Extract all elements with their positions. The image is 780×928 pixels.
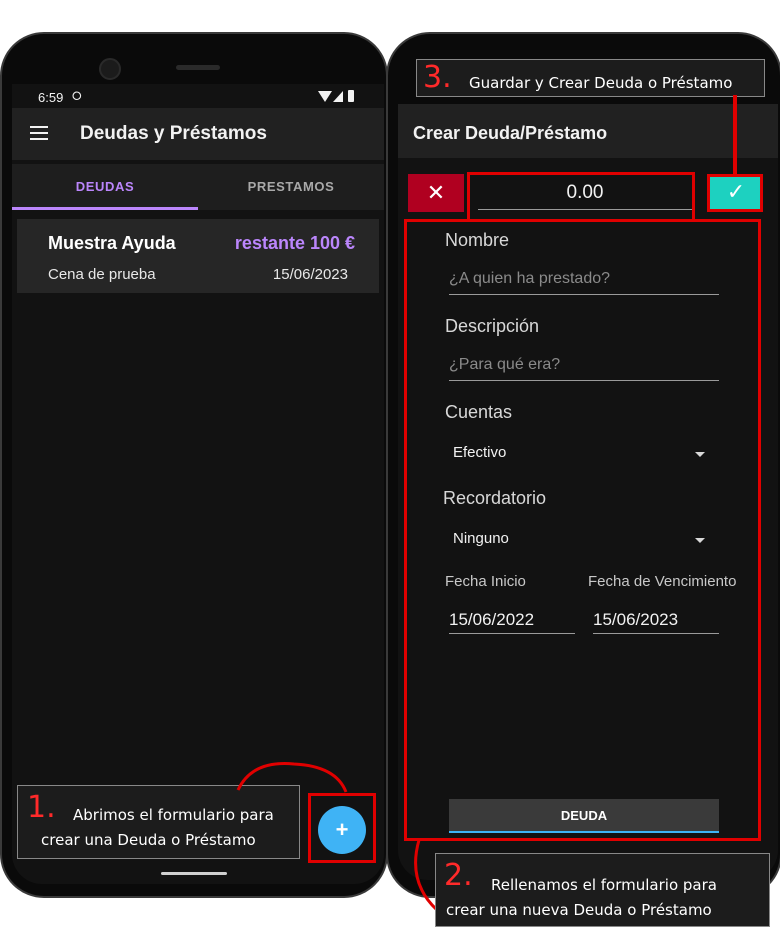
step3-text: Guardar y Crear Deuda o Préstamo [469,74,733,92]
form-title: Crear Deuda/Préstamo [413,123,608,143]
step3-note: 3. Guardar y Crear Deuda o Préstamo [416,59,765,97]
tab-prestamos[interactable]: PRESTAMOS [198,164,384,208]
notification-icon: ⭘ [72,89,82,103]
step1-line2: crear una Deuda o Préstamo [41,831,256,849]
debt-description: Cena de prueba [48,266,156,283]
step2-highlight-amount [467,172,695,222]
step2-note: 2. Rellenamos el formulario para crear u… [435,853,770,927]
close-icon: ✕ [426,180,446,205]
form-title-bar: Crear Deuda/Préstamo [398,104,778,158]
home-indicator [161,872,227,875]
step2-line2: crear una nueva Deuda o Préstamo [446,901,712,919]
debt-date: 15/06/2023 [272,266,348,283]
step1-line1: Abrimos el formulario para [73,806,274,824]
tab-indicator [12,207,198,210]
tab-deudas-label: DEUDAS [75,178,135,194]
debt-remaining: restante 100 € [234,233,355,253]
cancel-button[interactable]: ✕ [408,174,464,212]
wifi-icon [318,91,332,102]
step3-number: 3. [423,60,452,95]
camera-lens [99,58,121,80]
menu-icon[interactable] [30,126,48,140]
step3-highlight [707,174,763,212]
debt-card[interactable]: Muestra Ayuda restante 100 € Cena de pru… [17,219,379,293]
step1-arrow [236,762,348,793]
status-time: 6:59 [38,90,64,105]
step2-line1: Rellenamos el formulario para [491,876,717,894]
step3-connector [733,95,737,175]
tab-deudas[interactable]: DEUDAS [12,164,198,208]
signal-icon [333,91,343,102]
step1-highlight [308,793,376,863]
status-bar: 6:59 ⭘ [12,84,384,108]
step1-number: 1. [27,790,56,825]
battery-icon [348,90,354,102]
tab-prestamos-label: PRESTAMOS [247,178,335,194]
step2-highlight-form [404,219,761,841]
step2-number: 2. [444,858,473,893]
debt-name: Muestra Ayuda [48,233,176,253]
app-bar: Deudas y Préstamos [12,108,384,160]
speaker-grille [176,65,220,70]
app-title: Deudas y Préstamos [80,123,267,144]
tab-bar: DEUDAS PRESTAMOS [12,164,384,210]
